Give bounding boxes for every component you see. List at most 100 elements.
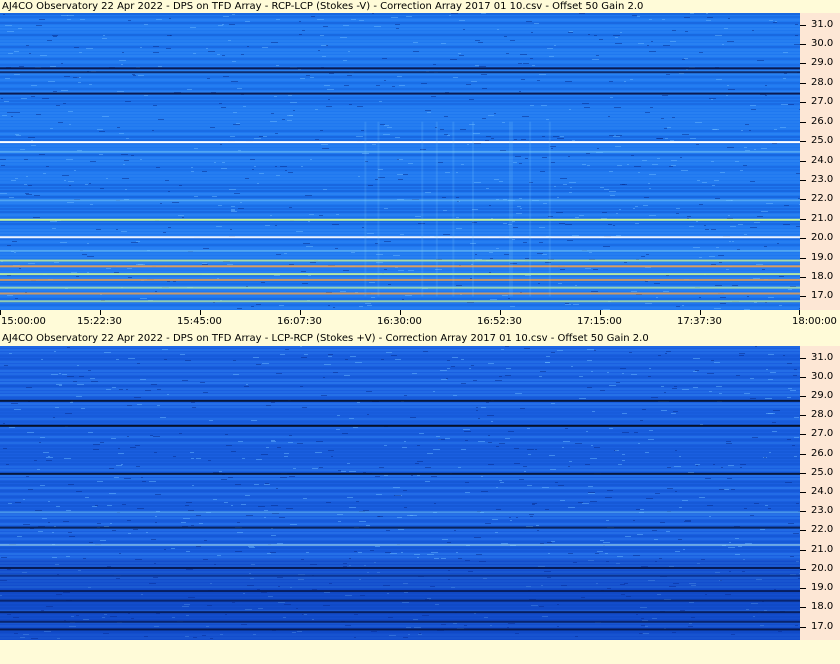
spectrogram-noise — [397, 76, 402, 77]
spectrogram-noise — [88, 432, 93, 433]
spectrogram-noise — [471, 81, 477, 82]
spectrogram-noise — [404, 395, 407, 396]
spectrogram-band — [0, 445, 800, 447]
spectrogram-noise — [562, 447, 564, 448]
spectrogram-noise — [560, 500, 565, 501]
spectrogram-band — [0, 352, 800, 354]
spectrogram-noise — [614, 107, 621, 108]
time-axis: 15:00:00 15:22:30 15:45:00 16:07:30 16:30:00… — [0, 310, 840, 332]
spectrogram-noise — [442, 197, 446, 198]
spectrogram-noise — [350, 356, 356, 357]
spectrogram-noise — [519, 479, 524, 480]
spectrogram-noise — [351, 252, 355, 253]
spectrogram-noise — [645, 281, 648, 282]
spectrogram-band — [0, 190, 800, 192]
spectrogram-noise — [616, 382, 620, 383]
spectrogram-noise — [590, 458, 597, 459]
spectrogram-noise — [513, 162, 517, 163]
x-tick-label: 15:00:00 — [1, 316, 46, 327]
spectrogram-noise — [555, 482, 558, 483]
spectrogram-noise — [633, 555, 640, 556]
spectrogram-noise — [728, 18, 730, 19]
spectrogram-noise — [66, 159, 73, 160]
spectrogram-noise — [696, 144, 699, 145]
spectrogram-noise — [67, 19, 71, 20]
spectrogram-noise — [707, 373, 714, 374]
spectrogram-noise — [496, 446, 499, 447]
spectrogram-band — [0, 412, 800, 414]
emission-streak — [364, 121, 367, 297]
spectrogram-noise — [93, 444, 100, 445]
spectrogram-band — [0, 103, 800, 105]
spectrogram-noise — [31, 85, 37, 86]
spectrogram-noise — [327, 89, 334, 90]
spectrogram-noise — [729, 542, 731, 543]
spectrogram-noise — [411, 475, 413, 476]
spectrogram-noise — [740, 170, 743, 171]
spectrogram-band — [0, 106, 800, 108]
spectrogram-noise — [236, 123, 240, 124]
spectrogram-noise — [772, 143, 777, 144]
spectrogram-noise — [539, 227, 545, 228]
spectrogram-noise — [657, 138, 663, 139]
spectrogram-band — [0, 541, 800, 543]
y-tick — [800, 238, 806, 240]
spectrogram-noise — [412, 373, 417, 374]
spectrogram-noise — [186, 502, 192, 503]
spectrogram-noise — [165, 180, 169, 181]
spectrogram-noise — [649, 430, 653, 431]
spectrogram-noise — [233, 374, 239, 375]
spectrogram-noise — [754, 149, 756, 150]
spectrogram-band — [0, 172, 800, 174]
spectrogram-noise — [12, 241, 17, 242]
spectrogram-band — [0, 415, 800, 417]
y-tick — [800, 453, 806, 455]
spectrogram-noise — [506, 368, 511, 369]
spectrogram-noise — [128, 277, 132, 278]
spectrogram-noise — [58, 122, 63, 123]
spectrogram-noise — [609, 385, 616, 386]
spectrogram-noise — [713, 464, 715, 465]
spectrogram-noise — [510, 40, 515, 41]
spectrogram-noise — [371, 297, 375, 298]
spectrogram-noise — [572, 140, 575, 141]
spectrogram-noise — [706, 13, 708, 14]
spectrogram-noise — [588, 34, 590, 35]
spectrogram-noise — [155, 291, 157, 292]
spectrogram-noise — [14, 409, 21, 410]
spectrogram-noise — [535, 449, 537, 450]
spectrogram-noise — [636, 509, 640, 510]
spectrogram-noise — [488, 464, 494, 465]
spectrogram-noise — [518, 63, 522, 64]
spectrogram-noise — [121, 64, 123, 65]
spectrogram-noise — [37, 469, 40, 470]
spectrogram-noise — [578, 502, 583, 503]
spectrogram-noise — [242, 458, 245, 459]
spectrogram-noise — [569, 182, 576, 183]
spectrogram-noise — [355, 362, 362, 363]
spectrogram-noise — [620, 32, 622, 33]
spectrogram-noise — [784, 205, 789, 206]
spectrogram-noise — [634, 166, 641, 167]
spectrogram-noise — [40, 55, 47, 56]
spectrogram-noise — [187, 89, 192, 90]
spectrogram-noise — [388, 284, 391, 285]
spectrogram-noise — [55, 407, 59, 408]
spectrogram-noise — [68, 111, 73, 112]
spectrogram-noise — [683, 549, 685, 550]
y-tick-label: 31.0 — [811, 18, 834, 30]
spectrogram-noise — [67, 376, 74, 377]
spectrogram-noise — [100, 540, 106, 541]
spectrogram-noise — [622, 454, 625, 455]
interference-line — [0, 273, 800, 276]
spectrogram-noise — [517, 206, 521, 207]
spectrogram-noise — [67, 347, 70, 348]
spectrogram-noise — [671, 165, 676, 166]
spectrogram-noise — [90, 204, 93, 205]
spectrogram-noise — [482, 118, 486, 119]
spectrogram-noise — [164, 549, 166, 550]
spectrogram-noise — [349, 471, 356, 472]
spectrogram-noise — [736, 375, 740, 376]
spectrogram-band — [0, 46, 800, 48]
spectrogram-noise — [48, 501, 50, 502]
